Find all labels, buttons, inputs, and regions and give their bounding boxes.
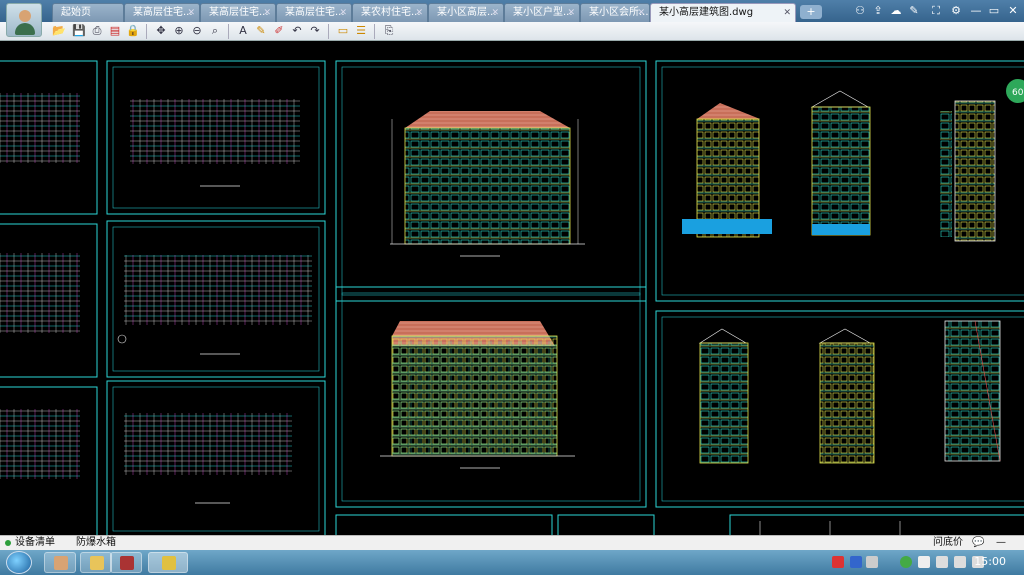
- zoom-out-icon[interactable]: ⊖: [190, 24, 204, 38]
- close-button[interactable]: ✕: [1005, 3, 1021, 19]
- page-badge-text: 60: [1012, 88, 1024, 98]
- tab-drawing-3[interactable]: 某高层住宅... ✕: [276, 3, 352, 22]
- save-icon[interactable]: 💾: [72, 24, 86, 38]
- sheet-front-elevations: [335, 60, 647, 508]
- tab-label: 某高层住宅...: [285, 7, 345, 18]
- taskbar-app-explorer[interactable]: [80, 552, 112, 573]
- measure-icon[interactable]: ▭: [336, 24, 350, 38]
- drawing-canvas[interactable]: 60: [0, 41, 1024, 535]
- close-icon[interactable]: ✕: [637, 4, 645, 22]
- layers-icon[interactable]: ☰: [354, 24, 368, 38]
- chat-icon[interactable]: 💬: [972, 537, 984, 549]
- tab-drawing-7[interactable]: 某小区会所... ✕: [580, 3, 650, 22]
- share-icon[interactable]: ⇪: [870, 3, 886, 19]
- tab-drawing-1[interactable]: 某高层住宅... ✕: [124, 3, 200, 22]
- books-icon: [120, 556, 134, 570]
- tab-label: 某小区户型...: [513, 7, 573, 18]
- separator: [374, 24, 375, 39]
- cad-viewer-window: 起始页 某高层住宅... ✕ 某高层住宅... ✕ 某高层住宅... ✕ 某农村住宅.…: [0, 0, 1024, 575]
- taskbar-app-books[interactable]: [110, 552, 142, 573]
- cloud-icon[interactable]: ☁: [888, 3, 904, 19]
- tab-label: 某高层住宅...: [133, 7, 193, 18]
- help-icon[interactable]: [850, 556, 862, 568]
- close-icon[interactable]: ✕: [567, 4, 575, 22]
- minimize-panel-icon[interactable]: —: [996, 537, 1006, 549]
- avatar-head: [19, 10, 31, 22]
- start-button[interactable]: [6, 551, 32, 574]
- taskbar: 15:00: [0, 550, 1024, 575]
- tab-label: 某小区高层...: [437, 7, 497, 18]
- export-icon[interactable]: ⎘: [382, 24, 396, 38]
- separator: [328, 24, 329, 39]
- blast-water-link[interactable]: 防爆水箱: [76, 537, 116, 549]
- input-method-icon[interactable]: [918, 556, 930, 568]
- tools-icon[interactable]: ✎: [906, 3, 922, 19]
- text-icon[interactable]: A: [236, 24, 250, 38]
- tab-label: 某高层住宅...: [209, 7, 269, 18]
- system-clock[interactable]: 15:00: [974, 555, 1006, 568]
- tab-label: 某小高层建筑图.dwg: [659, 7, 754, 18]
- close-icon[interactable]: ✕: [263, 4, 271, 22]
- minimize-button[interactable]: —: [968, 3, 984, 19]
- ask-price-link[interactable]: 问底价: [933, 537, 963, 549]
- device-list-link[interactable]: 设备清单: [15, 537, 55, 549]
- tray-expand-icon[interactable]: [866, 556, 878, 568]
- tab-label: 起始页: [61, 7, 91, 18]
- person-icon: [54, 556, 68, 570]
- settings-icon[interactable]: ⚙: [948, 3, 964, 19]
- avatar-body: [15, 23, 35, 35]
- zoom-window-icon[interactable]: ⌕: [208, 24, 222, 38]
- lock-icon[interactable]: 🔒: [126, 24, 140, 38]
- open-icon[interactable]: 📂: [52, 24, 66, 38]
- tab-active-drawing[interactable]: 某小高层建筑图.dwg ✕: [650, 3, 796, 22]
- undo-icon[interactable]: ↶: [290, 24, 304, 38]
- restore-button[interactable]: ▭: [986, 3, 1002, 19]
- pan-icon[interactable]: ✥: [154, 24, 168, 38]
- wifi-icon[interactable]: [954, 556, 966, 568]
- taskbar-app-cad[interactable]: [148, 552, 188, 573]
- close-icon[interactable]: ✕: [491, 4, 499, 22]
- antivirus-icon[interactable]: [832, 556, 844, 568]
- folder-icon: [90, 556, 104, 570]
- close-icon[interactable]: ✕: [783, 4, 791, 22]
- tab-drawing-4[interactable]: 某农村住宅... ✕: [352, 3, 428, 22]
- pencil-icon[interactable]: ✎: [254, 24, 268, 38]
- sheet-left-column: [0, 60, 98, 535]
- cad-drawing: 60: [0, 60, 1024, 535]
- battery-icon[interactable]: [936, 556, 948, 568]
- sheet-side-elevations: 60: [655, 60, 1024, 508]
- close-icon[interactable]: ✕: [187, 4, 195, 22]
- taskbar-app-avatar[interactable]: [44, 552, 76, 573]
- sheet-floor-plans: [106, 60, 326, 535]
- network-icon[interactable]: [900, 556, 912, 568]
- fullscreen-icon[interactable]: ⛶: [928, 3, 944, 19]
- status-dot-icon: [5, 540, 11, 546]
- zoom-in-icon[interactable]: ⊕: [172, 24, 186, 38]
- close-icon[interactable]: ✕: [339, 4, 347, 22]
- tab-label: 某农村住宅...: [361, 7, 421, 18]
- close-icon[interactable]: ✕: [415, 4, 423, 22]
- tab-bar: 起始页 某高层住宅... ✕ 某高层住宅... ✕ 某高层住宅... ✕ 某农村住宅.…: [0, 0, 1024, 22]
- cloud-markup-icon[interactable]: ✐: [272, 24, 286, 38]
- pdf-icon[interactable]: ▤: [108, 24, 122, 38]
- separator: [146, 24, 147, 39]
- users-icon[interactable]: ⚇: [852, 3, 868, 19]
- tab-drawing-2[interactable]: 某高层住宅... ✕: [200, 3, 276, 22]
- redo-icon[interactable]: ↷: [308, 24, 322, 38]
- separator: [228, 24, 229, 39]
- user-avatar[interactable]: [6, 3, 42, 37]
- toolbar: 📂 💾 ⎙ ▤ 🔒 ✥ ⊕ ⊖ ⌕ A ✎ ✐ ↶ ↷ ▭ ☰ ⎘: [0, 22, 1024, 41]
- cad-app-icon: [162, 556, 176, 570]
- new-tab-button[interactable]: +: [800, 5, 822, 19]
- sheet-bottom-row: [335, 514, 1024, 535]
- tab-drawing-5[interactable]: 某小区高层... ✕: [428, 3, 504, 22]
- status-bar: 设备清单 防爆水箱 问底价 💬 —: [0, 535, 1024, 550]
- print-icon[interactable]: ⎙: [90, 24, 104, 38]
- tab-drawing-6[interactable]: 某小区户型... ✕: [504, 3, 580, 22]
- tab-start-page[interactable]: 起始页: [52, 3, 124, 22]
